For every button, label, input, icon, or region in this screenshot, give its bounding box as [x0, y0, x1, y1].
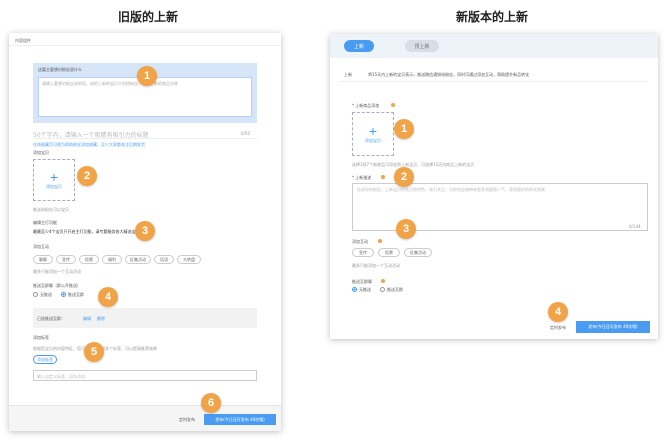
selected-group-row: 已选推送至群： 编辑 删除 [33, 308, 257, 328]
old-version-caption: 旧版的上新 [118, 10, 179, 24]
chip-collect[interactable]: 征集活动 [125, 255, 151, 264]
radio-no-push[interactable] [33, 292, 38, 297]
desc-count: 0/144 [629, 224, 641, 229]
callout-badge: 1 [137, 66, 157, 86]
blue-box-title: 这篇主要想对粉丝说什么 [38, 67, 82, 72]
timed-publish-link[interactable]: 定时发布 [179, 417, 195, 423]
callout-badge: 2 [77, 166, 97, 186]
chip-promo[interactable]: 宣传 [352, 248, 374, 257]
callout-badge: 2 [394, 167, 414, 187]
interact-hint: 最多只能添加一个互动活动 [352, 263, 400, 268]
callout-badge: 6 [201, 393, 221, 413]
callout-badge: 5 [84, 342, 104, 362]
radio-no-push-label: 无推送 [40, 292, 52, 297]
tag-label: 添加标签 [33, 335, 49, 340]
tag-input[interactable]: 输入自定义标签，回车添加 [33, 370, 257, 381]
radio-no-push-label: 无推送 [359, 287, 371, 292]
help-icon [378, 239, 382, 243]
description-bar: 上新 将15天内上新的宝贝表示，推送微信通知给粉丝，同时可通过添加互动，帮助提升… [340, 66, 648, 82]
desc-label: * 上新描述 [352, 175, 372, 180]
interact-label: 添加互动 [352, 239, 368, 244]
product-label: * 上新商品添加 [352, 103, 380, 108]
help-icon [391, 103, 395, 107]
description-prefix: 上新 [344, 72, 352, 77]
publish-button[interactable]: 发布(今日还可发布 49次哦) [576, 321, 650, 333]
cover-desc: 最最至少4个宝贝只开启主打功能，请专题服务各大精选宝贝 [33, 229, 140, 234]
footer-bar: 定时发布 发布(今日还可发布 49次哦) [9, 405, 281, 431]
publish-button[interactable]: 发布(今日还可发布 49次哦) [204, 414, 276, 425]
plus-icon: + [368, 123, 378, 139]
push-label: 推送至群聊 [352, 279, 372, 284]
radio-no-push[interactable] [352, 287, 357, 292]
add-product-uploader[interactable]: + 添加宝贝 [352, 112, 394, 156]
new-version-caption: 新版本的上新 [456, 10, 529, 24]
chip-wheel[interactable]: 大转盘 [177, 255, 201, 264]
description-text: 将15天内上新的宝贝表示，推送微信通知给粉丝，同时可通过添加互动，帮助提升新品转… [368, 72, 530, 77]
callout-badge: 3 [135, 221, 155, 241]
radio-push-group[interactable] [61, 292, 66, 297]
radio-push-group-label: 推送至群 [387, 287, 403, 292]
help-icon [381, 279, 385, 283]
tab-pre-arrival[interactable]: 预上新 [405, 40, 439, 52]
plus-icon: + [49, 169, 59, 185]
chip-promo[interactable]: 宣传 [56, 255, 76, 264]
callout-badge: 4 [98, 287, 118, 307]
add-product-uploader[interactable]: + 添加宝贝 [33, 159, 75, 201]
new-editor-panel: 上新 预上新 上新 将15天内上新的宝贝表示，推送微信通知给粉丝，同时可通过添加… [330, 34, 658, 339]
tag-input-placeholder: 输入自定义标签，回车添加 [37, 374, 85, 379]
selected-group-text: 已选推送至群： [37, 316, 65, 321]
cover-label: 编辑主打功能 [33, 220, 57, 225]
tab-new-arrival[interactable]: 上新 [344, 40, 374, 52]
chip-topic[interactable]: 话语 [154, 255, 174, 264]
callout-badge: 3 [396, 219, 416, 239]
callout-badge: 4 [548, 302, 568, 322]
help-icon [381, 175, 385, 179]
interact-hint: 最多只能添加一个互动活动 [33, 269, 81, 274]
image-hint: 推送给粉丝可以宝贝 [33, 207, 69, 212]
upload-label: 添加宝贝 [365, 138, 381, 143]
edit-group-link[interactable]: 编辑 [83, 316, 91, 322]
chip-collect[interactable]: 征集活动 [404, 248, 432, 257]
help-link[interactable]: 在线收藏页可视为帮助粉丝添加收藏，至少大家都关注后期发货 [33, 142, 145, 148]
radio-push-group-label: 推送至群 [68, 292, 84, 297]
add-product-label: 添加宝贝 [33, 150, 49, 155]
tab-bar: 上新 预上新 [330, 34, 658, 58]
chip-vote[interactable]: 投票 [79, 255, 99, 264]
add-tag-button[interactable]: 添加标签 [33, 355, 57, 364]
delete-group-link[interactable]: 删除 [97, 316, 105, 322]
product-hint: 选择1到7个新商品可添加到上新宝贝，可选择15天内商品上新的宝贝 [352, 162, 475, 167]
push-label: 推送至群聊（群公开推送） [33, 283, 81, 288]
timed-publish-link[interactable]: 定时发布 [550, 325, 566, 331]
chip-vote[interactable]: 投票 [378, 248, 400, 257]
title-char-count: 0/50 [241, 131, 250, 136]
callout-badge: 1 [394, 119, 414, 139]
chip-welfare[interactable]: 福利 [102, 255, 122, 264]
upload-label: 添加宝贝 [46, 184, 62, 189]
title-divider [33, 138, 257, 139]
desc-placeholder: 告诉你的粉丝，上新宝贝的亮点和特色，吸引关注，为你的店铺带来更多流量和人气，获得… [357, 187, 545, 192]
radio-push-group[interactable] [380, 287, 385, 292]
interact-label: 添加互动 [33, 244, 49, 249]
header-divider [9, 45, 281, 46]
panel-title: 内容组件 [15, 38, 31, 43]
chip-chat[interactable]: 聊聊 [33, 255, 53, 264]
